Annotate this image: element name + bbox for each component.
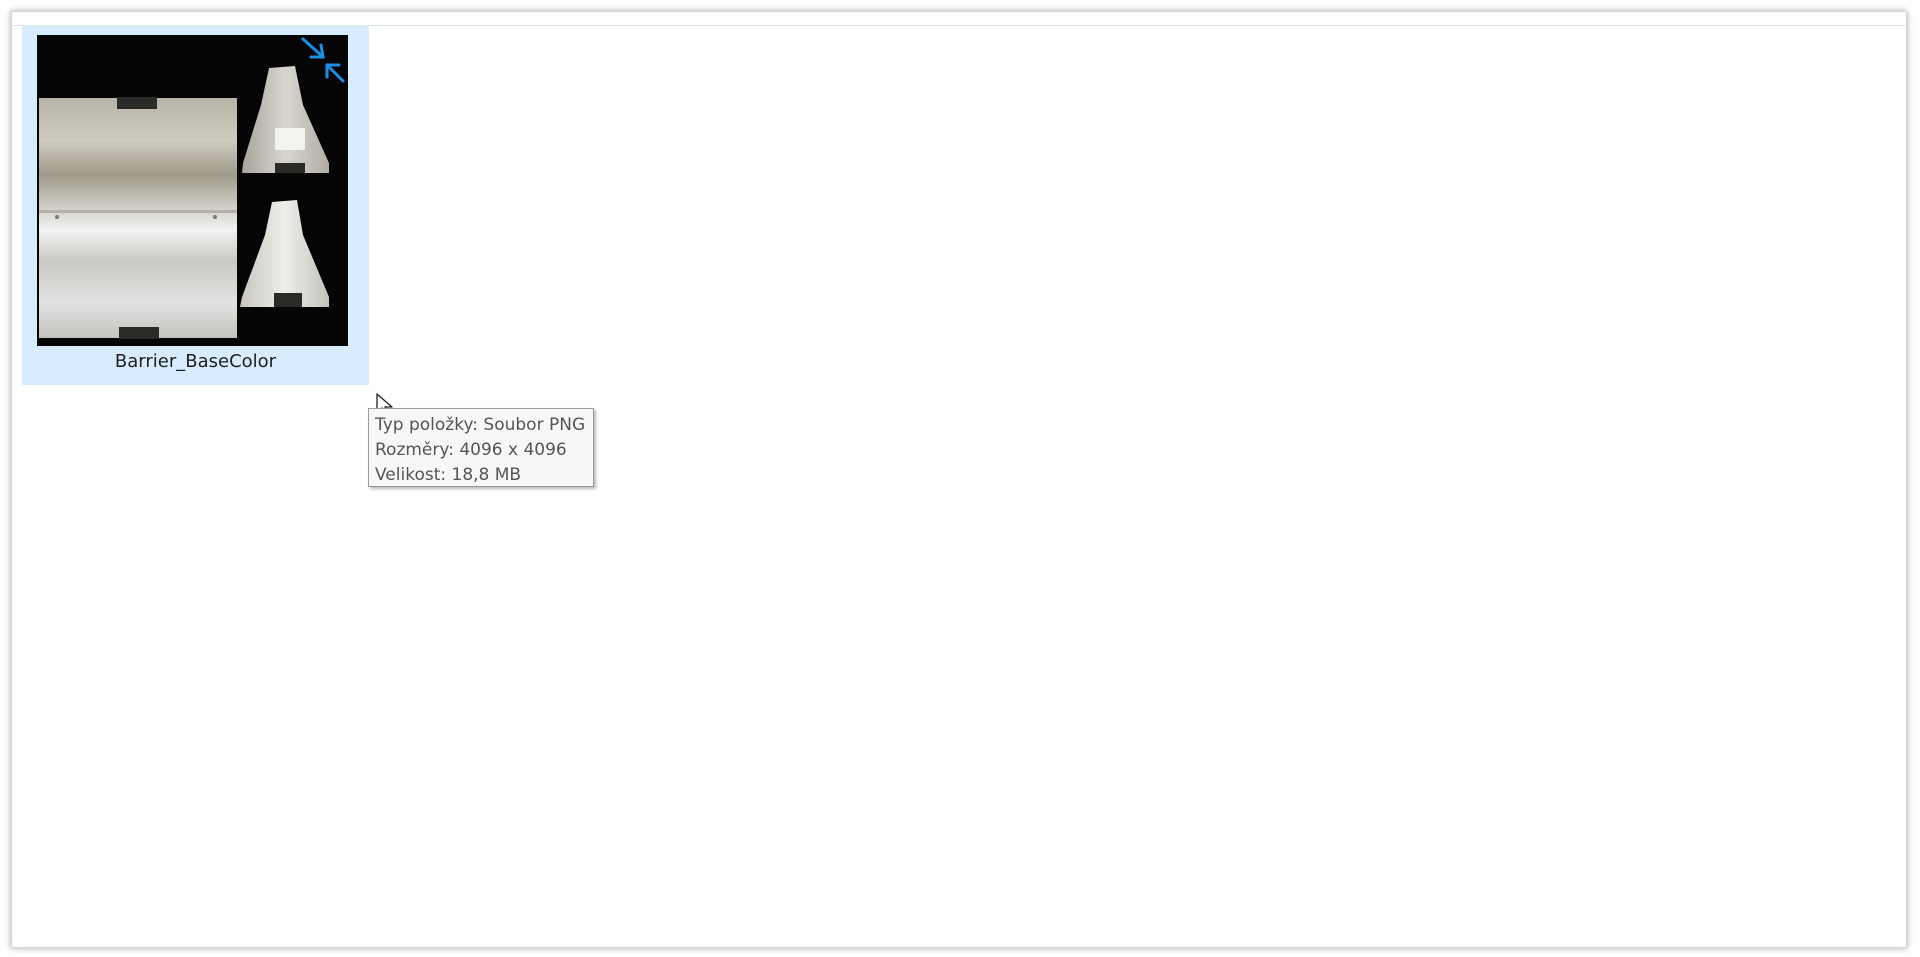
file-name-label: Barrier_BaseColor — [114, 351, 277, 372]
tooltip-type: Typ položky: Soubor PNG — [375, 415, 586, 435]
tooltip-dimensions: Rozměry: 4096 x 4096 — [375, 440, 567, 460]
tooltip-size: Velikost: 18,8 MB — [375, 465, 522, 485]
texture-preview-icon — [37, 35, 348, 346]
file-info-tooltip: Typ položky: Soubor PNG Rozměry: 4096 x … — [368, 408, 594, 487]
file-item[interactable]: Barrier_BaseColor — [22, 26, 369, 385]
compress-arrows-icon — [301, 37, 345, 83]
